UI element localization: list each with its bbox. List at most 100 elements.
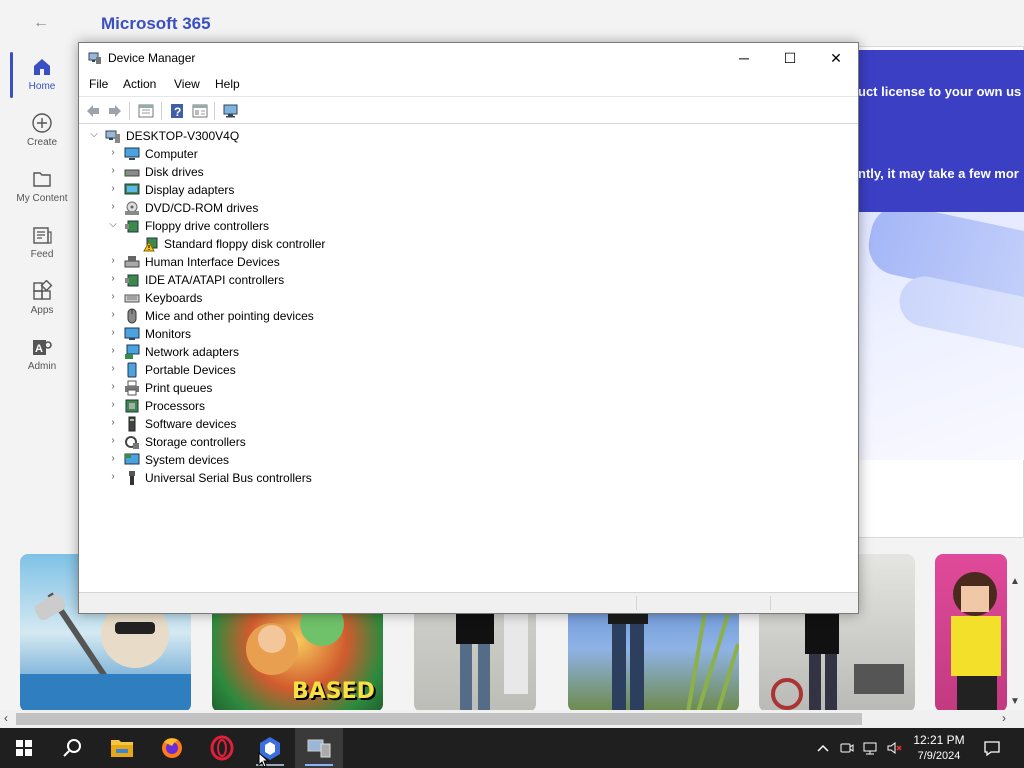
back-arrow-icon[interactable]	[84, 102, 102, 120]
nav-item-apps[interactable]: Apps	[8, 280, 76, 316]
scroll-right-arrow-icon[interactable]: ›	[1002, 711, 1006, 725]
hero-illustration	[858, 212, 1024, 460]
chevron-right-icon[interactable]: ›	[107, 273, 119, 285]
chevron-right-icon[interactable]: ›	[107, 201, 119, 213]
nav-item-create[interactable]: Create	[8, 112, 76, 148]
usb-icon	[129, 471, 135, 485]
taskbar: 12:21 PM 7/9/2024	[0, 728, 1024, 768]
app-title: Microsoft 365	[101, 14, 211, 33]
chevron-right-icon[interactable]: ›	[107, 327, 119, 339]
svg-text:A: A	[35, 343, 43, 355]
notifications-icon[interactable]	[983, 739, 1001, 757]
feed-icon	[33, 227, 52, 244]
menu-bar: File Action View Help	[79, 73, 858, 95]
taskbar-app-firefox[interactable]	[148, 728, 196, 768]
forward-arrow-icon[interactable]	[106, 102, 124, 120]
window-title: Device Manager	[108, 51, 196, 65]
category-label: Network adapters	[145, 345, 240, 359]
nav-item-admin[interactable]: A Admin	[8, 336, 76, 372]
toolbar: ?	[79, 96, 858, 124]
network-icon[interactable]	[862, 740, 878, 756]
nav-label: Home	[28, 81, 56, 92]
nav-item-feed[interactable]: Feed	[8, 224, 76, 260]
horizontal-scrollbar[interactable]: ‹ ›	[0, 710, 1024, 728]
chevron-right-icon[interactable]: ›	[107, 417, 119, 429]
maximize-button[interactable]: ☐	[767, 43, 813, 73]
scroll-down-arrow-icon[interactable]: ▼	[1010, 696, 1020, 707]
show-hide-console-tree-icon[interactable]	[137, 102, 155, 120]
chevron-right-icon[interactable]: ›	[107, 435, 119, 447]
clock-date[interactable]: 7/9/2024	[908, 750, 970, 762]
chevron-right-icon[interactable]: ›	[107, 453, 119, 465]
category-label: System devices	[145, 453, 230, 467]
running-indicator	[305, 764, 333, 766]
mouse-icon	[127, 308, 137, 324]
search-button[interactable]	[48, 728, 96, 768]
nav-label: My Content	[16, 193, 68, 204]
minimize-button[interactable]: ─	[721, 43, 767, 73]
disk-drive-icon	[124, 169, 140, 177]
taskbar-app-copilot[interactable]	[246, 728, 294, 768]
chevron-right-icon[interactable]: ›	[107, 291, 119, 303]
start-button[interactable]	[0, 728, 48, 768]
chevron-right-icon[interactable]: ›	[107, 255, 119, 267]
title-bar[interactable]: Device Manager ─ ☐ ✕	[79, 43, 858, 73]
banner-text: ntly, it may take a few mor	[858, 166, 1019, 181]
thumbnail-card[interactable]	[935, 554, 1007, 712]
mouse-cursor-icon	[258, 752, 270, 768]
category-label: Storage controllers	[145, 435, 246, 449]
status-divider	[770, 596, 771, 610]
category-label: Universal Serial Bus controllers	[145, 471, 312, 485]
scroll-up-arrow-icon[interactable]: ▲	[1010, 576, 1020, 587]
device-label: Standard floppy disk controller	[164, 237, 326, 251]
chevron-right-icon[interactable]: ›	[107, 471, 119, 483]
category-label: DVD/CD-ROM drives	[145, 201, 259, 215]
thumbnail-image	[951, 572, 1001, 712]
chevron-right-icon[interactable]: ›	[107, 345, 119, 357]
chevron-right-icon[interactable]: ›	[107, 183, 119, 195]
admin-icon: A	[33, 340, 52, 355]
meet-now-icon[interactable]	[839, 740, 855, 756]
nav-item-home[interactable]: Home	[8, 56, 76, 92]
software-device-icon	[128, 416, 136, 432]
chevron-right-icon[interactable]: ›	[107, 399, 119, 411]
computer-icon	[124, 147, 140, 160]
display-adapter-icon	[124, 183, 140, 195]
menu-file[interactable]: File	[89, 77, 108, 91]
scan-hardware-changes-icon[interactable]	[222, 102, 240, 120]
keyboard-icon	[124, 294, 140, 303]
chevron-right-icon[interactable]: ›	[107, 381, 119, 393]
close-button[interactable]: ✕	[813, 43, 859, 73]
category-label: Portable Devices	[145, 363, 236, 377]
help-icon[interactable]: ?	[168, 102, 186, 120]
category-label: Computer	[145, 147, 198, 161]
menu-view[interactable]: View	[174, 77, 200, 91]
properties-icon[interactable]	[191, 102, 209, 120]
clock-time[interactable]: 12:21 PM	[908, 733, 970, 747]
device-manager-icon	[307, 739, 331, 758]
chevron-right-icon[interactable]: ›	[107, 363, 119, 375]
chevron-right-icon[interactable]: ›	[107, 309, 119, 321]
volume-muted-icon[interactable]	[886, 740, 902, 756]
taskbar-app-device-manager[interactable]	[295, 728, 343, 768]
menu-action[interactable]: Action	[123, 77, 156, 91]
category-label: Keyboards	[145, 291, 203, 305]
scrollbar-thumb[interactable]	[16, 713, 862, 725]
chevron-up-icon[interactable]	[815, 740, 831, 756]
chevron-down-icon[interactable]: ⌵	[107, 219, 119, 231]
taskbar-app-opera[interactable]	[198, 728, 246, 768]
nav-label: Admin	[27, 361, 57, 372]
scroll-left-arrow-icon[interactable]: ‹	[4, 711, 8, 725]
nav-item-my-content[interactable]: My Content	[8, 168, 76, 204]
hid-icon	[124, 256, 140, 268]
chevron-right-icon[interactable]: ›	[107, 147, 119, 159]
taskbar-app-file-explorer[interactable]	[98, 728, 146, 768]
back-arrow-icon[interactable]: ←	[33, 14, 49, 32]
banner-text: uct license to your own us	[858, 84, 1022, 99]
category-label: IDE ATA/ATAPI controllers	[145, 273, 285, 287]
chevron-right-icon[interactable]: ›	[107, 165, 119, 177]
nav-label: Apps	[30, 305, 54, 316]
device-manager-window: Device Manager ─ ☐ ✕ File Action View He…	[78, 42, 859, 614]
menu-help[interactable]: Help	[215, 77, 240, 91]
chevron-down-icon[interactable]: ⌵	[88, 129, 100, 141]
